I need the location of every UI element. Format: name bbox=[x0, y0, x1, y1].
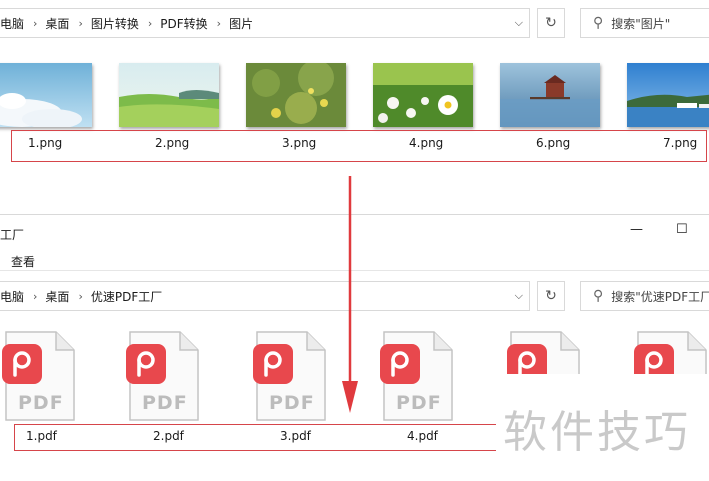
chevron-right-icon: › bbox=[78, 289, 83, 303]
file-thumbnail[interactable] bbox=[373, 63, 473, 127]
file-thumbnail[interactable] bbox=[0, 63, 92, 127]
pdf-file-icon[interactable]: PDF bbox=[380, 330, 454, 422]
file-thumbnail[interactable] bbox=[246, 63, 346, 127]
chevron-right-icon: › bbox=[33, 16, 38, 30]
file-name[interactable]: 3.png bbox=[282, 136, 316, 150]
file-name[interactable]: 4.png bbox=[409, 136, 443, 150]
maximize-button[interactable]: ☐ bbox=[676, 222, 688, 237]
pdf-icon-label: PDF bbox=[142, 392, 188, 414]
breadcrumb-item[interactable]: 电脑 bbox=[0, 288, 24, 305]
breadcrumb-item[interactable]: 桌面 bbox=[45, 288, 69, 305]
search-icon: ⚲ bbox=[593, 15, 604, 31]
pdf-file-icon[interactable]: PDF bbox=[2, 330, 76, 422]
pdf-file-icon[interactable]: PDF bbox=[253, 330, 327, 422]
chevron-right-icon: › bbox=[147, 16, 153, 30]
refresh-icon: ↻ bbox=[545, 288, 557, 304]
minimize-button[interactable]: — bbox=[630, 222, 643, 237]
menu-view[interactable]: 查看 bbox=[11, 253, 35, 270]
pdf-icon-label: PDF bbox=[18, 392, 64, 414]
breadcrumb-item[interactable]: 优速PDF工厂 bbox=[91, 288, 162, 305]
filename-highlight-box bbox=[11, 130, 707, 162]
chevron-down-icon[interactable]: ⌵ bbox=[515, 289, 523, 303]
breadcrumb-item[interactable]: 电脑 bbox=[0, 15, 24, 32]
file-thumbnail[interactable] bbox=[119, 63, 219, 127]
file-name[interactable]: 1.png bbox=[28, 136, 62, 150]
file-thumbnail[interactable] bbox=[627, 63, 709, 127]
file-name[interactable]: 4.pdf bbox=[407, 429, 438, 443]
chevron-right-icon: › bbox=[78, 16, 83, 30]
address-bar-bottom[interactable]: 电脑 › 桌面 › 优速PDF工厂 ⌵ bbox=[0, 281, 530, 311]
chevron-down-icon[interactable]: ⌵ bbox=[515, 16, 523, 30]
refresh-button[interactable]: ↻ bbox=[537, 281, 565, 311]
window-title: 工厂 bbox=[0, 228, 25, 242]
file-name[interactable]: 7.png bbox=[663, 136, 697, 150]
breadcrumb-item[interactable]: 图片转换 bbox=[91, 15, 139, 32]
pdf-icon-label: PDF bbox=[396, 392, 442, 414]
address-bar-top[interactable]: 电脑 › 桌面 › 图片转换 › PDF转换 › 图片 ⌵ bbox=[0, 8, 530, 38]
breadcrumb-item[interactable]: 桌面 bbox=[45, 15, 69, 32]
refresh-icon: ↻ bbox=[545, 15, 557, 31]
breadcrumb-item[interactable]: 图片 bbox=[229, 15, 253, 32]
pdf-file-icon[interactable]: PDF bbox=[126, 330, 200, 422]
search-input-bottom[interactable]: ⚲ 搜索"优速PDF工厂" bbox=[580, 281, 709, 311]
file-name[interactable]: 1.pdf bbox=[26, 429, 57, 443]
file-name[interactable]: 2.png bbox=[155, 136, 189, 150]
search-icon: ⚲ bbox=[593, 288, 604, 304]
search-input-top[interactable]: ⚲ 搜索"图片" bbox=[580, 8, 709, 38]
file-name[interactable]: 3.pdf bbox=[280, 429, 311, 443]
file-thumbnail[interactable] bbox=[500, 63, 600, 127]
file-name[interactable]: 6.png bbox=[536, 136, 570, 150]
chevron-right-icon: › bbox=[33, 289, 38, 303]
watermark-text: 软件技巧 bbox=[503, 407, 691, 458]
chevron-right-icon: › bbox=[216, 16, 222, 30]
refresh-button[interactable]: ↻ bbox=[537, 8, 565, 38]
pdf-icon-label: PDF bbox=[269, 392, 315, 414]
file-name[interactable]: 2.pdf bbox=[153, 429, 184, 443]
arrow-down-icon bbox=[342, 176, 358, 413]
breadcrumb-item[interactable]: PDF转换 bbox=[160, 15, 207, 32]
